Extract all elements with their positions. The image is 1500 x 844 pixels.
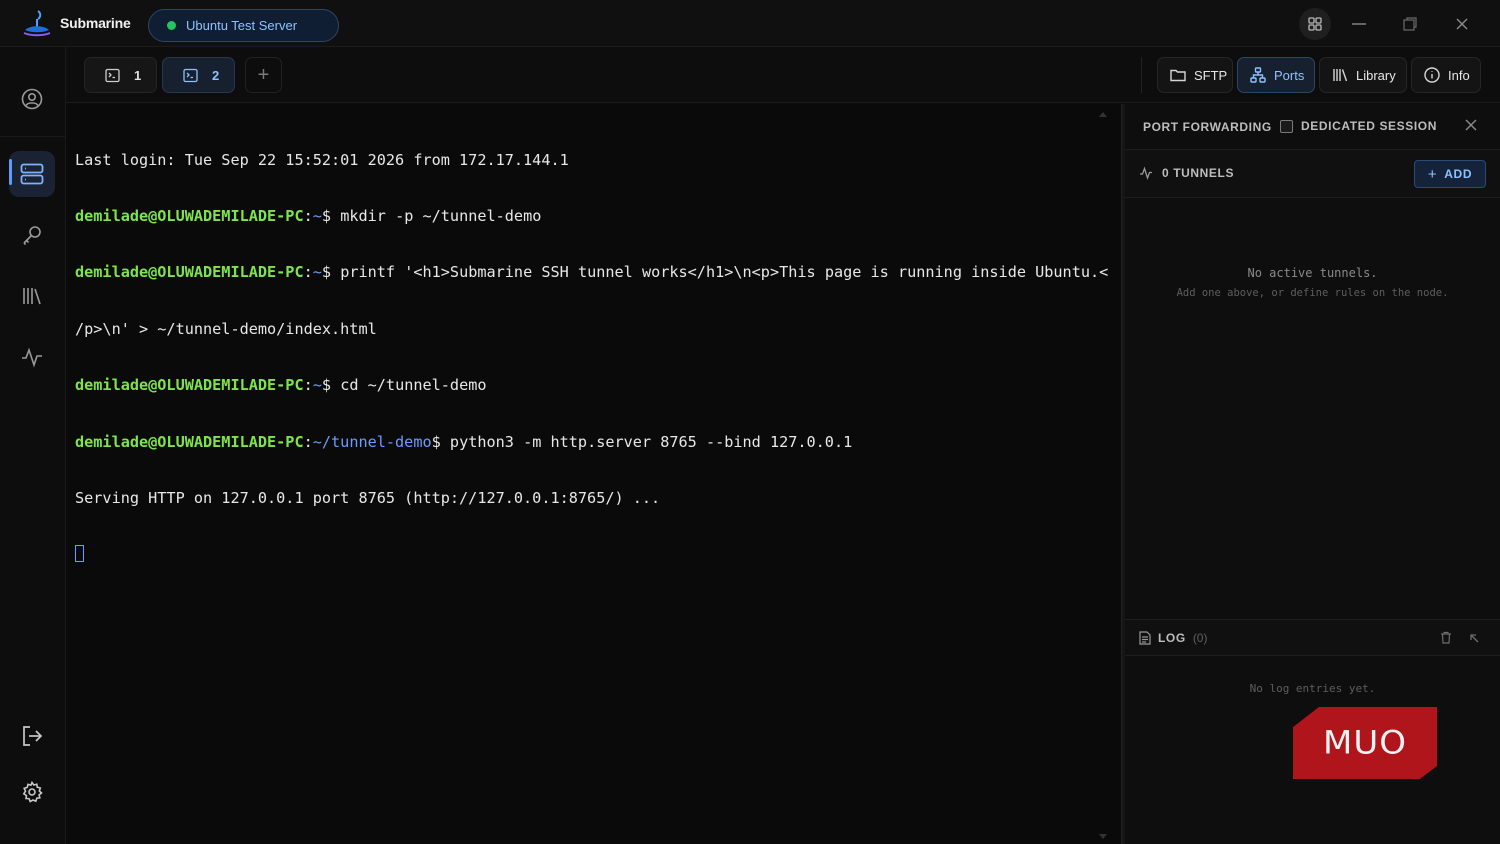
ports-button[interactable]: Ports — [1237, 57, 1315, 93]
watermark-text: MUO — [1323, 724, 1407, 762]
folder-icon — [1170, 69, 1186, 82]
key-icon — [23, 226, 41, 246]
arrow-up-left-icon — [1470, 634, 1479, 643]
title-bar: Submarine Ubuntu Test Server — [0, 0, 1500, 47]
sidebar-item-servers[interactable] — [9, 151, 55, 197]
library-button[interactable]: Library — [1319, 57, 1407, 93]
tab-1[interactable]: 1 — [84, 57, 157, 93]
plus-icon: + — [257, 63, 270, 86]
network-icon — [1250, 67, 1266, 83]
scroll-up-arrow-icon[interactable] — [1099, 112, 1107, 117]
close-icon — [1456, 18, 1468, 30]
new-tab-button[interactable]: + — [245, 57, 282, 93]
sidebar-divider — [0, 136, 66, 137]
active-indicator — [9, 159, 12, 185]
empty-tunnels-hint: Add one above, or define rules on the no… — [1176, 287, 1449, 299]
add-label: ADD — [1444, 167, 1473, 181]
terminal-cursor — [75, 545, 84, 563]
close-window-button[interactable] — [1446, 8, 1478, 40]
terminal-output[interactable]: Last login: Tue Sep 22 15:52:01 2026 fro… — [66, 104, 1121, 844]
terminal-icon — [105, 68, 120, 82]
terminal-line — [75, 545, 1121, 564]
grid-button[interactable] — [1299, 8, 1331, 40]
status-dot-icon — [167, 21, 176, 30]
toolbar-divider — [1141, 57, 1142, 93]
close-panel-button[interactable] — [1465, 118, 1477, 136]
info-button[interactable]: Info — [1411, 57, 1481, 93]
sidebar-item-activity[interactable] — [9, 334, 55, 380]
tab-bar: 1 2 + SFTP Ports Library Info — [66, 47, 1500, 103]
trash-icon — [1441, 631, 1451, 644]
terminal-line: /p>\n' > ~/tunnel-demo/index.html — [75, 319, 377, 338]
terminal-line: demilade@OLUWADEMILADE-PC:~/tunnel-demo$… — [75, 432, 853, 451]
gear-icon — [22, 781, 43, 803]
server-name: Ubuntu Test Server — [186, 18, 298, 33]
minimize-button[interactable] — [1343, 8, 1375, 40]
tunnels-count: 0 TUNNELS — [1139, 166, 1234, 180]
server-selector[interactable]: Ubuntu Test Server — [148, 9, 339, 42]
log-count: (0) — [1192, 631, 1208, 645]
dedicated-session-checkbox[interactable] — [1280, 119, 1293, 133]
info-label: Info — [1448, 67, 1470, 83]
sftp-label: SFTP — [1194, 67, 1228, 83]
library-label: Library — [1356, 67, 1396, 83]
sidebar-item-logout[interactable] — [9, 713, 55, 759]
empty-tunnels-message: No active tunnels. — [1247, 266, 1378, 280]
log-title: LOG (0) — [1139, 631, 1207, 645]
dedicated-session-label: DEDICATED SESSION — [1301, 119, 1437, 133]
scroll-down-arrow-icon[interactable] — [1099, 834, 1107, 839]
tab-label: 1 — [134, 67, 142, 83]
terminal-line: demilade@OLUWADEMILADE-PC:~$ mkdir -p ~/… — [75, 206, 542, 225]
plus-icon: + — [1427, 165, 1438, 183]
logout-icon — [23, 726, 43, 746]
terminal-line: demilade@OLUWADEMILADE-PC:~$ cd ~/tunnel… — [75, 376, 487, 395]
library-icon — [1333, 69, 1348, 82]
panel-title: PORT FORWARDING — [1143, 119, 1272, 134]
terminal-icon — [183, 68, 198, 82]
activity-icon — [1140, 166, 1152, 180]
clear-log-button[interactable] — [1440, 631, 1452, 649]
activity-icon — [22, 347, 42, 368]
log-header: LOG (0) — [1125, 619, 1500, 656]
terminal-line: Last login: Tue Sep 22 15:52:01 2026 fro… — [75, 150, 569, 169]
info-icon — [1424, 67, 1440, 83]
library-icon — [23, 288, 41, 305]
user-circle-icon — [21, 88, 43, 110]
app-name: Submarine — [60, 15, 131, 31]
document-icon — [1139, 631, 1151, 645]
ports-label: Ports — [1274, 67, 1305, 83]
grid-icon — [1308, 17, 1322, 31]
tab-label: 2 — [212, 67, 220, 83]
dedicated-session-toggle[interactable]: DEDICATED SESSION — [1280, 119, 1437, 133]
submarine-logo-icon — [23, 10, 51, 37]
sidebar-item-keys[interactable] — [9, 212, 55, 258]
muo-watermark-logo: MUO — [1293, 707, 1437, 779]
minimize-icon — [1352, 23, 1366, 25]
brand: Submarine — [22, 8, 131, 38]
sidebar — [0, 47, 66, 844]
server-icon — [20, 163, 44, 185]
sidebar-item-settings[interactable] — [9, 769, 55, 815]
sidebar-item-profile[interactable] — [9, 76, 55, 122]
terminal-line: demilade@OLUWADEMILADE-PC:~$ printf '<h1… — [75, 263, 1109, 282]
tunnels-header: 0 TUNNELS + ADD — [1125, 150, 1500, 198]
terminal-line: Serving HTTP on 127.0.0.1 port 8765 (htt… — [75, 488, 661, 507]
empty-log-message: No log entries yet. — [1249, 682, 1376, 695]
collapse-log-button[interactable] — [1469, 631, 1480, 649]
restore-button[interactable] — [1394, 8, 1426, 40]
sftp-button[interactable]: SFTP — [1157, 57, 1233, 93]
add-tunnel-button[interactable]: + ADD — [1414, 160, 1486, 188]
restore-icon — [1403, 17, 1417, 31]
close-icon — [1465, 119, 1477, 131]
tab-2[interactable]: 2 — [162, 57, 235, 93]
sidebar-item-library[interactable] — [9, 273, 55, 319]
